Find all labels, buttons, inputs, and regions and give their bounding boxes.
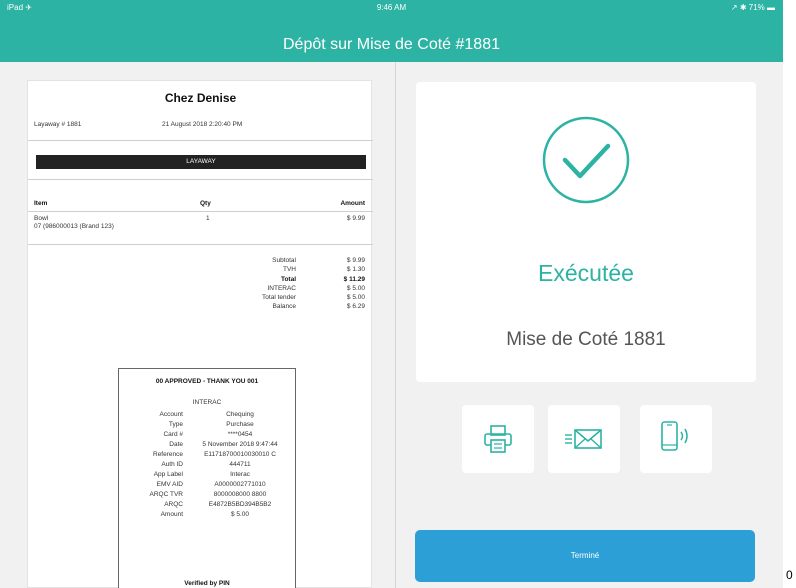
approval-network: INTERAC bbox=[192, 399, 222, 406]
status-time: 9:46 AM bbox=[376, 3, 407, 12]
payment-approval-slip: 00 APPROVED - THANK YOU 001 INTERAC Acco… bbox=[118, 368, 296, 588]
approval-value: $ 5.00 bbox=[230, 511, 250, 518]
total-label: Subtotal bbox=[272, 257, 296, 264]
success-check-icon bbox=[542, 116, 630, 204]
total-label: INTERAC bbox=[267, 284, 296, 292]
approval-label: Date bbox=[169, 441, 183, 448]
total-label: Total bbox=[280, 275, 296, 283]
total-value: $ 9.99 bbox=[346, 257, 365, 264]
item-name: Bowl bbox=[34, 215, 49, 222]
total-label: TVH bbox=[283, 266, 296, 274]
receipt[interactable]: Chez Denise Layaway # 1881 21 August 201… bbox=[27, 80, 373, 588]
approval-value: Interac bbox=[230, 471, 250, 478]
approval-value: ****0454 bbox=[227, 431, 253, 438]
transaction-type-bar: LAYAWAY bbox=[36, 155, 366, 169]
receipt-divider bbox=[28, 244, 373, 245]
approval-value: Purchase bbox=[226, 421, 254, 428]
total-value: $ 5.00 bbox=[346, 294, 365, 302]
approval-verified: Verified by PIN bbox=[184, 580, 230, 587]
approval-value: E11718700010030010 C bbox=[204, 451, 276, 458]
approval-label: Reference bbox=[153, 451, 183, 458]
item-description: Bowl 07 (986000013 (Brand 123) bbox=[34, 215, 114, 231]
item-amount: $ 9.99 bbox=[346, 215, 365, 222]
totals-values: $ 9.99 $ 1.30 $ 11.29 $ 5.00 $ 5.00 $ 6.… bbox=[344, 256, 365, 312]
receipt-divider bbox=[28, 211, 373, 212]
approval-label: ARQC TVR bbox=[149, 491, 183, 498]
print-button[interactable] bbox=[462, 405, 534, 473]
approval-labels: Account Type Card # Date Reference Auth … bbox=[121, 410, 183, 520]
page-title: Dépôt sur Mise de Coté #1881 bbox=[282, 36, 500, 53]
status-title: Exécutée bbox=[538, 260, 634, 286]
receipt-date: 21 August 2018 2:20:40 PM bbox=[162, 121, 243, 128]
approval-label: Auth ID bbox=[161, 461, 183, 468]
approval-values: Chequing Purchase ****0454 5 November 20… bbox=[181, 410, 299, 520]
layaway-number: Layaway # 1881 bbox=[34, 121, 82, 128]
approval-label: Type bbox=[168, 421, 183, 428]
ipad-screen: iPad ✈ 9:46 AM ↗ ✱ 71% ▬ Dépôt sur Mise … bbox=[0, 0, 783, 588]
total-label: Balance bbox=[272, 303, 297, 311]
approval-value: 8000008000 8800 bbox=[213, 491, 267, 498]
email-icon bbox=[565, 429, 602, 449]
total-value: $ 11.29 bbox=[343, 275, 365, 283]
panel-divider bbox=[395, 62, 396, 588]
email-button[interactable] bbox=[548, 405, 620, 473]
approval-value: Chequing bbox=[226, 411, 254, 418]
approval-label: EMV AID bbox=[156, 481, 183, 488]
result-card: Exécutée Mise de Coté 1881 bbox=[416, 82, 756, 382]
item-code: 07 (986000013 (Brand 123) bbox=[34, 223, 114, 230]
approval-value: 444711 bbox=[229, 461, 251, 468]
done-button[interactable]: Terminé bbox=[415, 530, 755, 582]
approval-label: ARQC bbox=[164, 501, 183, 508]
phone-signal-icon bbox=[661, 421, 688, 451]
printer-icon bbox=[484, 425, 512, 453]
store-name: Chez Denise bbox=[164, 91, 237, 105]
column-item: Item bbox=[34, 200, 48, 207]
approval-label: Amount bbox=[160, 511, 183, 518]
approval-value: 5 November 2018 9:47:44 bbox=[202, 441, 278, 448]
approval-value: A0000002771010 bbox=[214, 481, 266, 488]
status-battery: ↗ ✱ 71% ▬ bbox=[730, 3, 775, 12]
stray-text: 0 bbox=[786, 568, 793, 582]
totals-labels: Subtotal TVH Total INTERAC Total tender … bbox=[262, 256, 296, 312]
receipt-divider bbox=[28, 140, 373, 141]
total-value: $ 1.30 bbox=[346, 266, 365, 274]
total-value: $ 5.00 bbox=[346, 284, 365, 292]
approval-label: App Label bbox=[153, 471, 183, 478]
column-qty: Qty bbox=[200, 200, 211, 207]
approval-title: 00 APPROVED - THANK YOU 001 bbox=[155, 378, 259, 385]
item-qty: 1 bbox=[206, 215, 210, 222]
approval-value: E4872B5BD394B5B2 bbox=[208, 501, 272, 508]
sms-button[interactable] bbox=[640, 405, 712, 473]
receipt-divider bbox=[28, 179, 373, 180]
app-header: iPad ✈ 9:46 AM ↗ ✱ 71% ▬ Dépôt sur Mise … bbox=[0, 0, 783, 62]
approval-label: Card # bbox=[163, 431, 183, 438]
status-subtitle: Mise de Coté 1881 bbox=[506, 329, 666, 350]
total-label: Total tender bbox=[262, 294, 296, 302]
total-value: $ 6.29 bbox=[346, 303, 365, 311]
column-amount: Amount bbox=[340, 200, 365, 207]
approval-label: Account bbox=[159, 411, 184, 418]
